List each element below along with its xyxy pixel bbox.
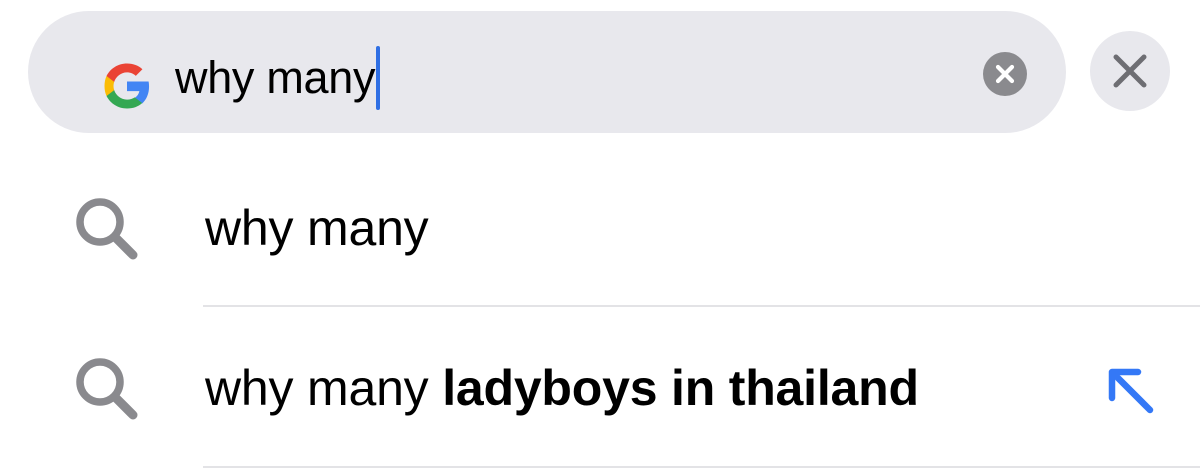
google-g-icon — [104, 63, 150, 109]
cancel-button[interactable] — [1090, 31, 1170, 111]
divider — [203, 466, 1200, 468]
search-query-text: why many — [175, 52, 376, 103]
search-icon — [76, 358, 138, 420]
clear-circle-icon — [995, 64, 1015, 84]
suggestion-text: why many ladyboys in thailand — [205, 358, 919, 418]
search-input[interactable]: why many — [175, 46, 381, 110]
text-caret — [376, 46, 381, 110]
suggestion-text: why many — [205, 198, 429, 258]
suggestion-row[interactable]: why many ladyboys in thailand — [0, 330, 1200, 450]
suggestion-text-bold: ladyboys in thailand — [442, 360, 919, 416]
suggestion-row[interactable]: why many — [0, 170, 1200, 290]
suggestion-text-regular: why many — [205, 200, 429, 256]
search-icon — [76, 198, 138, 260]
close-icon — [1113, 54, 1147, 88]
divider — [203, 305, 1200, 307]
arrow-up-left-icon[interactable] — [1100, 360, 1160, 420]
search-screen: why many why many why many ladyboys in t… — [0, 0, 1200, 473]
suggestion-text-regular: why many — [205, 360, 429, 416]
clear-search-button[interactable] — [983, 52, 1027, 96]
